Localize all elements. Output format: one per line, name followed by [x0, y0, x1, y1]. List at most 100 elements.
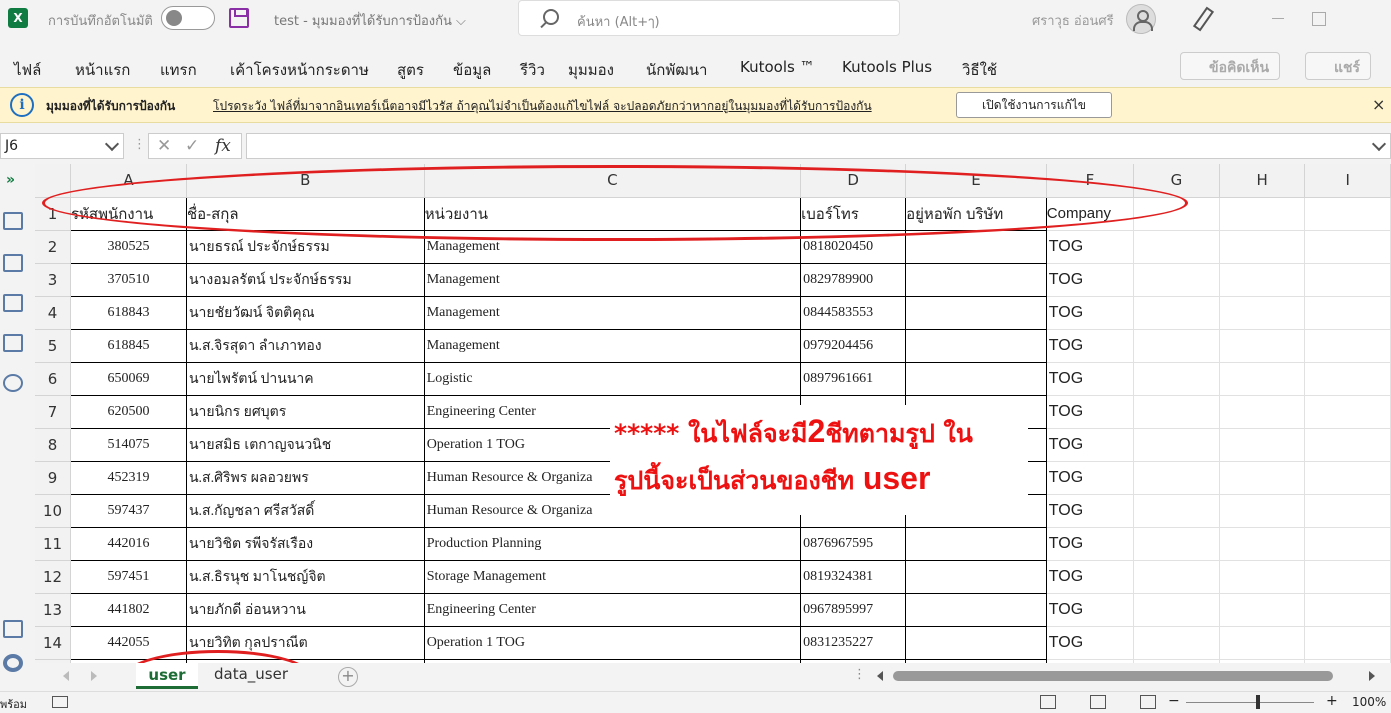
cell-empty[interactable] [1219, 263, 1306, 297]
cell-department[interactable]: Storage Management [423, 559, 802, 594]
cell-empty[interactable] [1133, 494, 1220, 528]
cell-empty[interactable] [1304, 428, 1391, 462]
cell-dormitory[interactable] [905, 559, 1047, 594]
cell-empty[interactable] [1304, 362, 1391, 396]
cell-phone[interactable]: 0829789900 [800, 262, 907, 297]
row-header[interactable]: 10 [35, 494, 71, 528]
cell-empty[interactable] [1219, 593, 1306, 627]
cell-empty[interactable] [1219, 230, 1306, 264]
cell-department[interactable]: Management [423, 328, 802, 363]
printer-icon[interactable] [3, 294, 23, 312]
column-header-e[interactable]: E [905, 164, 1047, 198]
cell-empty[interactable] [1133, 263, 1220, 297]
cell-empty[interactable] [1133, 329, 1220, 363]
cell-empty[interactable] [1219, 395, 1306, 429]
cell-employee-id[interactable]: 514075 [69, 427, 187, 462]
zoom-out-button[interactable]: − [1168, 693, 1180, 709]
cell-header-company[interactable]: Company [1046, 197, 1135, 231]
cell-empty[interactable] [1219, 527, 1306, 561]
cell-company[interactable]: TOG [1046, 494, 1135, 528]
zoom-level[interactable]: 100% [1352, 695, 1386, 709]
column-header-c[interactable]: C [424, 164, 802, 198]
tab-page-layout[interactable]: เค้าโครงหน้ากระดาษ [230, 58, 369, 82]
cell-empty[interactable] [1304, 560, 1391, 594]
cell-dormitory[interactable] [905, 262, 1047, 297]
horizontal-scrollbar[interactable] [893, 671, 1333, 681]
cell-company[interactable]: TOG [1046, 560, 1135, 594]
cell-full-name[interactable]: น.ส.กัญชลา ศรีสวัสดิ์ [185, 493, 425, 528]
tab-kutools[interactable]: Kutools ™ [740, 58, 815, 76]
row-header[interactable]: 12 [35, 560, 71, 594]
cell-empty[interactable] [1304, 593, 1391, 627]
cell-employee-id[interactable]: 370510 [69, 262, 187, 297]
cell-empty[interactable] [1133, 593, 1220, 627]
search-box[interactable]: ค้นหา (Alt+ๅ) [518, 0, 900, 36]
cell-empty[interactable] [1133, 362, 1220, 396]
table-icon[interactable] [3, 212, 23, 230]
cell-company[interactable]: TOG [1046, 263, 1135, 297]
cell-company[interactable]: TOG [1046, 461, 1135, 495]
cell-phone[interactable]: 0967895997 [800, 592, 907, 627]
cell-department[interactable]: Logistic [423, 361, 802, 396]
cell-full-name[interactable]: น.ส.ธิรนุช มาโนชญ์จิต [185, 559, 425, 594]
prev-sheet-icon[interactable] [63, 671, 69, 681]
cell-full-name[interactable]: นายวิทิต กุลปราณีต [185, 625, 425, 660]
cell-empty[interactable] [1219, 197, 1306, 231]
expand-formula-icon[interactable] [1371, 136, 1387, 152]
cell-full-name[interactable]: นายธรณ์ ประจักษ์ธรรม [185, 229, 425, 264]
macro-record-icon[interactable] [52, 696, 68, 708]
autosave-toggle[interactable] [161, 6, 215, 30]
cell-company[interactable]: TOG [1046, 626, 1135, 660]
column-header-f[interactable]: F [1046, 164, 1135, 198]
row-header[interactable]: 7 [35, 395, 71, 429]
cell-employee-id[interactable]: 597451 [69, 559, 187, 594]
tab-kutools-plus[interactable]: Kutools Plus [842, 58, 932, 76]
cell-phone[interactable]: 0897961661 [800, 361, 907, 396]
banner-message-link[interactable]: โปรดระวัง ไฟล์ที่มาจากอินเทอร์เน็ตอาจมีไ… [213, 97, 872, 116]
sheet-tab-user[interactable]: user [136, 663, 198, 689]
row-header[interactable]: 1 [35, 197, 71, 231]
cell-header-dorm[interactable]: อยู่หอพัก บริษัท [905, 196, 1047, 231]
cell-phone[interactable]: 0876967595 [800, 526, 907, 561]
cell-empty[interactable] [1219, 626, 1306, 660]
row-header[interactable]: 9 [35, 461, 71, 495]
column-header-a[interactable]: A [70, 164, 187, 198]
cell-company[interactable]: TOG [1046, 527, 1135, 561]
cell-header-id[interactable]: รหัสพนักงาน [69, 196, 187, 231]
cell-empty[interactable] [1133, 230, 1220, 264]
cell-empty[interactable] [1133, 527, 1220, 561]
maximize-button[interactable] [1308, 8, 1328, 28]
cell-empty[interactable] [1219, 329, 1306, 363]
column-header-b[interactable]: B [186, 164, 425, 198]
cell-empty[interactable] [1133, 296, 1220, 330]
cell-dormitory[interactable] [905, 526, 1047, 561]
tab-home[interactable]: หน้าแรก [75, 58, 130, 82]
select-all-corner[interactable] [35, 164, 71, 198]
cell-empty[interactable] [1219, 560, 1306, 594]
cell-empty[interactable] [1304, 461, 1391, 495]
cell-dormitory[interactable] [905, 361, 1047, 396]
cell-employee-id[interactable]: 452319 [69, 460, 187, 495]
cell-company[interactable]: TOG [1046, 428, 1135, 462]
tab-review[interactable]: รีวิว [520, 58, 545, 82]
row-header[interactable]: 14 [35, 626, 71, 660]
cell-empty[interactable] [1304, 494, 1391, 528]
splitter-icon[interactable]: ⋮ [853, 667, 866, 682]
cell-phone[interactable]: 0844583553 [800, 295, 907, 330]
cell-employee-id[interactable]: 442055 [69, 625, 187, 660]
cell-full-name[interactable]: นายสมิธ เตกาญจนวนิช [185, 427, 425, 462]
cell-empty[interactable] [1219, 461, 1306, 495]
next-sheet-icon[interactable] [91, 671, 97, 681]
cell-dormitory[interactable] [905, 229, 1047, 264]
cell-employee-id[interactable]: 597437 [69, 493, 187, 528]
cell-empty[interactable] [1133, 395, 1220, 429]
cell-employee-id[interactable]: 650069 [69, 361, 187, 396]
row-header[interactable]: 5 [35, 329, 71, 363]
expand-pane-icon[interactable]: » [6, 172, 15, 188]
cell-company[interactable]: TOG [1046, 296, 1135, 330]
row-header[interactable]: 3 [35, 263, 71, 297]
cell-empty[interactable] [1133, 428, 1220, 462]
cell-phone[interactable]: 0818020450 [800, 229, 907, 264]
cell-department[interactable]: Management [423, 262, 802, 297]
pen-icon[interactable] [1190, 6, 1212, 28]
